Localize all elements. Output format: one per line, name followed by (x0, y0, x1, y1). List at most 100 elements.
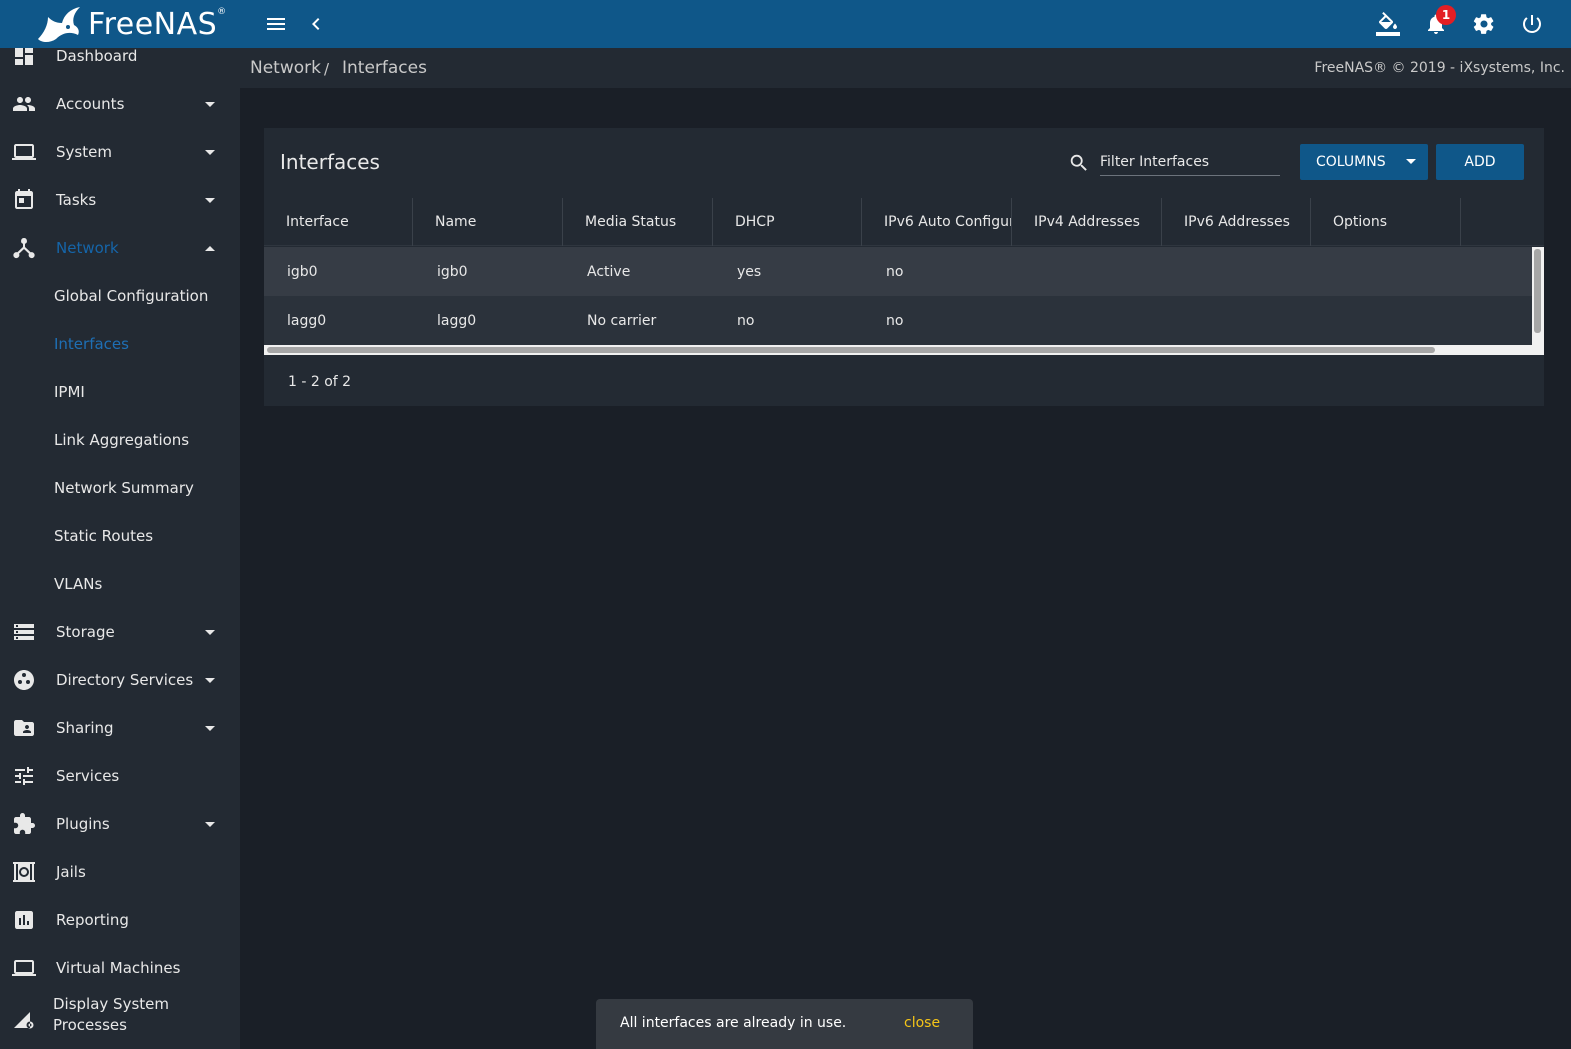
vertical-scrollbar-thumb[interactable] (1534, 249, 1541, 333)
columns-button-label: COLUMNS (1316, 154, 1386, 170)
cell-ipv6-auto: no (886, 263, 904, 280)
storage-icon (12, 620, 36, 644)
network-icon (12, 236, 36, 260)
chevron-up-icon (205, 245, 215, 251)
laptop-icon (12, 956, 36, 980)
gear-icon[interactable] (1472, 12, 1496, 36)
page-title: Interfaces (280, 150, 380, 174)
chevron-down-icon (205, 725, 215, 731)
sidebar-item-plugins[interactable]: Plugins (0, 800, 240, 848)
filter-interfaces-input[interactable] (1100, 148, 1280, 176)
cell-ipv4 (1013, 247, 1036, 296)
sidebar-subitem-global-configuration[interactable]: Global Configuration (0, 272, 240, 320)
sidebar-subitem-label: IPMI (54, 383, 85, 401)
column-header-dhcp[interactable]: DHCP (713, 198, 862, 246)
sidebar-subitem-interfaces[interactable]: Interfaces (0, 320, 240, 368)
sidebar-subitem-network-summary[interactable]: Network Summary (0, 464, 240, 512)
laptop-icon (12, 140, 36, 164)
cell-ipv6 (1163, 247, 1186, 296)
sidebar-item-label: Jails (56, 863, 86, 881)
chevron-down-icon (205, 677, 215, 683)
people-icon (12, 92, 36, 116)
freenas-logo[interactable]: FreeNAS® (34, 2, 227, 46)
breadcrumb-network-link[interactable]: Network (250, 58, 321, 78)
sidebar-item-virtual-machines[interactable]: Virtual Machines (0, 944, 240, 992)
column-header-options[interactable]: Options (1311, 198, 1461, 246)
chevron-down-icon (205, 197, 215, 203)
top-bar: FreeNAS® 1 (0, 0, 1571, 48)
sidebar-item-label: Reporting (56, 911, 129, 929)
sidebar-item-tasks[interactable]: Tasks (0, 176, 240, 224)
cell-media-status: Active (587, 263, 631, 280)
column-header-media-status[interactable]: Media Status (563, 198, 713, 246)
sidebar-item-label: Display System Processes (53, 995, 169, 1034)
chart-icon (12, 908, 36, 932)
table-header: Interface Name Media Status DHCP IPv6 Au… (264, 198, 1544, 246)
sidebar-item-system[interactable]: System (0, 128, 240, 176)
column-header-ipv4-addresses[interactable]: IPv4 Addresses (1012, 198, 1162, 246)
columns-button[interactable]: COLUMNS (1300, 144, 1428, 180)
table-row[interactable]: lagg0 lagg0 No carrier no no (264, 296, 1532, 345)
sidebar-item-label: Plugins (56, 815, 110, 833)
processes-icon (12, 1006, 36, 1030)
folder-share-icon (12, 716, 36, 740)
sidebar-item-accounts[interactable]: Accounts (0, 80, 240, 128)
cell-name: lagg0 (437, 312, 477, 329)
sidebar-item-reporting[interactable]: Reporting (0, 896, 240, 944)
sidebar-subitem-label: VLANs (54, 575, 103, 593)
freenas-shark-icon (38, 7, 80, 42)
sidebar-item-label: Sharing (56, 719, 114, 737)
sidebar: Dashboard Accounts System Tasks Network … (0, 48, 240, 1049)
cell-ipv6 (1163, 296, 1186, 345)
vertical-scrollbar[interactable] (1532, 247, 1544, 345)
paint-bucket-icon[interactable] (1376, 12, 1400, 36)
table-row[interactable]: igb0 igb0 Active yes no (264, 247, 1532, 296)
column-header-interface[interactable]: Interface (264, 198, 413, 246)
jail-icon (12, 860, 36, 884)
sidebar-item-jails[interactable]: Jails (0, 848, 240, 896)
sidebar-item-display-system-processes[interactable]: Display System Processes (0, 992, 240, 1048)
cell-interface: igb0 (287, 263, 318, 280)
copyright-text: FreeNAS® © 2019 - iXsystems, Inc. (1314, 60, 1565, 76)
chevron-down-icon (205, 101, 215, 107)
sidebar-subitem-static-routes[interactable]: Static Routes (0, 512, 240, 560)
horizontal-scrollbar-thumb[interactable] (267, 347, 1435, 353)
chevron-down-icon (205, 149, 215, 155)
column-header-name[interactable]: Name (413, 198, 563, 246)
brand-name: FreeNAS® (88, 6, 227, 42)
cell-dhcp: yes (737, 263, 762, 280)
sidebar-subitem-label: Global Configuration (54, 287, 209, 305)
caret-down-icon (1406, 159, 1416, 164)
add-button[interactable]: ADD (1436, 144, 1524, 180)
column-header-ipv6-auto-configure[interactable]: IPv6 Auto Configure (862, 198, 1012, 246)
breadcrumb: Network / Interfaces FreeNAS® © 2019 - i… (240, 48, 1571, 88)
sidebar-subitem-label: Network Summary (54, 479, 194, 497)
sidebar-item-label: Virtual Machines (56, 959, 181, 977)
menu-icon[interactable] (264, 12, 288, 36)
sidebar-subitem-vlans[interactable]: VLANs (0, 560, 240, 608)
chevron-down-icon (205, 629, 215, 635)
sidebar-subitem-link-aggregations[interactable]: Link Aggregations (0, 416, 240, 464)
tune-icon (12, 764, 36, 788)
cell-options (1312, 296, 1335, 345)
column-header-ipv6-addresses[interactable]: IPv6 Addresses (1162, 198, 1311, 246)
sidebar-item-label: Tasks (56, 191, 97, 209)
sidebar-item-storage[interactable]: Storage (0, 608, 240, 656)
sidebar-item-directory-services[interactable]: Directory Services (0, 656, 240, 704)
snackbar: All interfaces are already in use. close (596, 999, 973, 1049)
power-icon[interactable] (1520, 12, 1544, 36)
sidebar-item-label: Accounts (56, 95, 125, 113)
notification-badge: 1 (1436, 5, 1456, 25)
sidebar-item-sharing[interactable]: Sharing (0, 704, 240, 752)
horizontal-scrollbar[interactable] (264, 345, 1544, 355)
cell-ipv4 (1013, 296, 1036, 345)
puzzle-icon (12, 812, 36, 836)
sidebar-item-network[interactable]: Network (0, 224, 240, 272)
sidebar-subitem-ipmi[interactable]: IPMI (0, 368, 240, 416)
sidebar-item-dashboard[interactable]: Dashboard (0, 48, 240, 80)
snackbar-close-button[interactable]: close (904, 1015, 940, 1031)
chevron-left-icon[interactable] (304, 12, 328, 36)
dashboard-icon (12, 48, 36, 68)
sidebar-item-services[interactable]: Services (0, 752, 240, 800)
breadcrumb-current: Interfaces (342, 58, 427, 78)
